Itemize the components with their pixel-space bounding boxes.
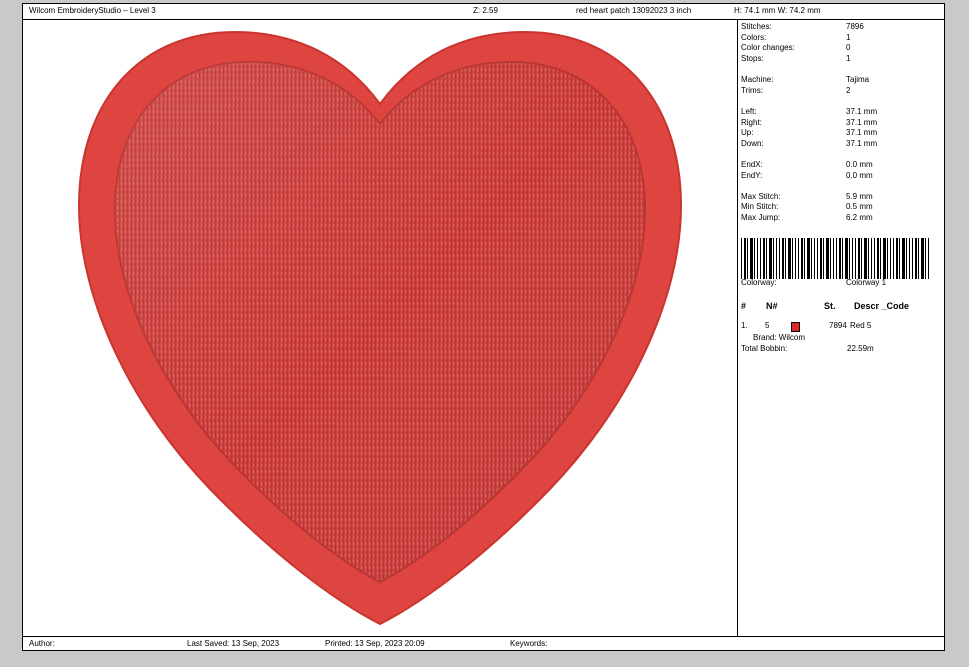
header-bar: Wilcom EmbroideryStudio – Level 3 Z: 2.5… <box>23 4 944 20</box>
barcode <box>741 238 929 279</box>
color-table-header: # N# St. Descr _Code <box>741 301 910 311</box>
design-name: red heart patch 13092023 3 inch <box>576 6 692 15</box>
thread-brand: Brand: Wilcom <box>753 333 806 342</box>
info-min-stitch: Min Stitch: 0.5 mm <box>741 202 873 211</box>
info-max-jump: Max Jump: 6.2 mm <box>741 213 873 222</box>
color-table-row: 1. 5 7894 Red 5 <box>741 321 872 332</box>
heart-patch <box>77 30 683 626</box>
footer-last-saved: Last Saved: 13 Sep, 2023 <box>187 639 280 648</box>
footer-keywords: Keywords: <box>510 639 548 648</box>
info-colorway: Colorway: Colorway 1 <box>741 278 887 287</box>
zoom-level: Z: 2.59 <box>473 6 498 15</box>
total-bobbin: Total Bobbin: 22.59m <box>741 344 874 353</box>
info-trims: Trims: 2 <box>741 86 851 95</box>
footer-bar: Author: Last Saved: 13 Sep, 2023 Printed… <box>23 636 944 650</box>
column-divider <box>737 19 738 637</box>
design-info-panel: Stitches: 7896 Colors: 1 Color changes: 0 S… <box>739 20 945 638</box>
print-preview-sheet: Wilcom EmbroideryStudio – Level 3 Z: 2.5… <box>22 3 945 651</box>
footer-author: Author: <box>29 639 55 648</box>
heart-sheen <box>115 62 645 582</box>
app-title: Wilcom EmbroideryStudio – Level 3 <box>29 6 156 15</box>
info-endy: EndY: 0.0 mm <box>741 171 873 180</box>
info-up: Up: 37.1 mm <box>741 128 878 137</box>
info-left: Left: 37.1 mm <box>741 107 878 116</box>
info-stitches: Stitches: 7896 <box>741 22 864 31</box>
info-color-changes: Color changes: 0 <box>741 43 851 52</box>
design-preview <box>23 20 737 638</box>
info-down: Down: 37.1 mm <box>741 139 878 148</box>
info-stops: Stops: 1 <box>741 54 851 63</box>
color-swatch <box>791 322 800 332</box>
design-dimensions: H: 74.1 mm W: 74.2 mm <box>734 6 821 15</box>
footer-printed: Printed: 13 Sep, 2023 20:09 <box>325 639 425 648</box>
info-machine: Machine: Tajima <box>741 75 870 84</box>
info-endx: EndX: 0.0 mm <box>741 160 873 169</box>
